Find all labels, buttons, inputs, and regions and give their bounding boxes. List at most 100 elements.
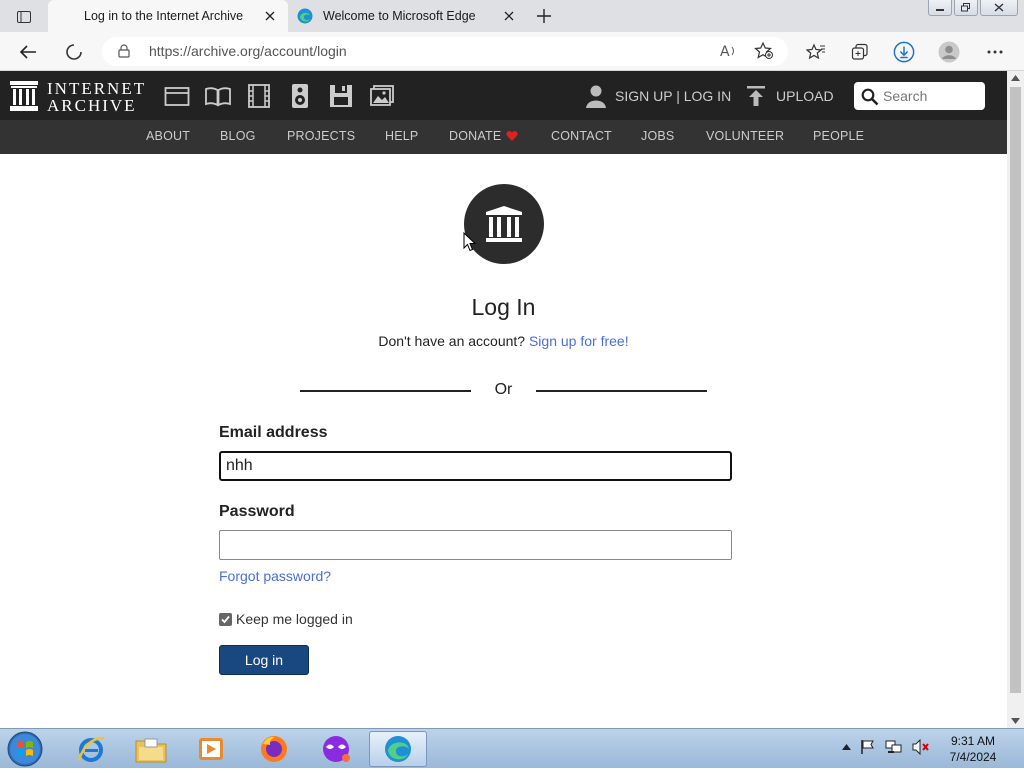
images-icon[interactable] xyxy=(369,83,395,109)
nav-about[interactable]: ABOUT xyxy=(146,129,190,143)
new-tab-icon[interactable] xyxy=(534,6,554,26)
windows-start-icon xyxy=(7,731,43,767)
nav-projects[interactable]: PROJECTS xyxy=(287,129,355,143)
tab-strip: Log in to the Internet Archive Welcome t… xyxy=(0,0,1024,32)
add-favorite-icon[interactable] xyxy=(754,41,774,65)
url-field[interactable]: https://archive.org/account/login A xyxy=(102,37,788,66)
keep-logged-in-checkbox[interactable] xyxy=(219,612,232,626)
firefox-icon[interactable] xyxy=(245,731,303,767)
tab-actions-icon[interactable] xyxy=(8,6,40,28)
volume-muted-icon[interactable] xyxy=(912,739,930,755)
nav-donate-label: DONATE xyxy=(449,129,502,143)
signup-link[interactable]: Sign up for free! xyxy=(529,333,629,349)
edge-icon xyxy=(297,8,313,24)
edge-taskbar-icon[interactable] xyxy=(369,731,427,767)
profile-avatar-icon[interactable] xyxy=(938,41,960,63)
page-scrollbar[interactable] xyxy=(1007,71,1024,728)
search-icon[interactable] xyxy=(861,88,879,111)
video-icon[interactable] xyxy=(246,83,272,109)
or-divider: Or xyxy=(300,380,707,400)
tab-archive-login[interactable]: Log in to the Internet Archive xyxy=(48,0,288,32)
clock-date: 7/4/2024 xyxy=(949,750,997,764)
nav-donate[interactable]: DONATE xyxy=(449,129,518,143)
login-button[interactable]: Log in xyxy=(219,645,309,675)
user-icon xyxy=(586,85,606,108)
internet-explorer-icon[interactable] xyxy=(62,731,120,767)
restore-icon[interactable] xyxy=(954,0,978,16)
audio-icon[interactable] xyxy=(287,83,313,109)
tab-title: Welcome to Microsoft Edge xyxy=(323,9,476,23)
mouse-cursor-icon xyxy=(463,232,477,252)
system-tray xyxy=(842,739,930,755)
clock-time: 9:31 AM xyxy=(950,734,996,748)
search-placeholder: Search xyxy=(883,88,928,104)
more-options-icon[interactable] xyxy=(984,41,1006,63)
software-icon[interactable] xyxy=(328,83,354,109)
file-explorer-icon[interactable] xyxy=(122,731,180,767)
close-window-icon[interactable] xyxy=(980,0,1018,16)
ia-logo[interactable]: INTERNET ARCHIVE xyxy=(10,80,150,114)
keep-logged-in-row: Keep me logged in xyxy=(219,611,732,627)
tab-welcome-edge[interactable]: Welcome to Microsoft Edge xyxy=(289,0,527,32)
ia-logo-text: INTERNET ARCHIVE xyxy=(47,80,146,114)
taskbar: 9:31 AM 7/4/2024 xyxy=(0,728,1024,768)
media-player-icon[interactable] xyxy=(182,731,240,767)
signup-login-link[interactable]: SIGN UP | LOG IN xyxy=(585,83,731,109)
ia-top-bar: INTERNET ARCHIVE SIGN UP | LOG IN UPLOAD… xyxy=(0,71,1007,120)
lock-icon[interactable] xyxy=(118,44,130,63)
ia-secondary-nav: ABOUT BLOG PROJECTS HELP DONATE CONTACT … xyxy=(0,120,1007,154)
action-center-flag-icon[interactable] xyxy=(860,739,876,755)
password-label: Password xyxy=(219,503,295,520)
archive-logo-icon xyxy=(464,184,544,264)
collections-icon[interactable] xyxy=(849,41,871,63)
nav-contact[interactable]: CONTACT xyxy=(551,129,612,143)
logo-line-2: ARCHIVE xyxy=(47,96,137,115)
nav-people[interactable]: PEOPLE xyxy=(813,129,864,143)
nav-volunteer[interactable]: VOLUNTEER xyxy=(706,129,784,143)
upload-icon xyxy=(747,86,765,106)
login-page: Log In Don't have an account? Sign up fo… xyxy=(0,154,1007,728)
ia-search-input[interactable]: Search xyxy=(854,82,985,110)
private-browser-icon[interactable] xyxy=(307,731,365,767)
loading-spinner-icon[interactable] xyxy=(62,40,86,64)
downloads-icon[interactable] xyxy=(893,41,915,63)
or-text: Or xyxy=(494,381,513,398)
scroll-thumb[interactable] xyxy=(1010,87,1021,693)
minimize-icon[interactable] xyxy=(928,0,952,16)
web-icon[interactable] xyxy=(164,83,190,109)
nav-help[interactable]: HELP xyxy=(385,129,418,143)
password-field[interactable] xyxy=(219,530,732,560)
heart-icon xyxy=(506,131,518,141)
scroll-up-icon[interactable] xyxy=(1011,75,1020,81)
close-tab-icon[interactable] xyxy=(262,8,278,24)
upload-link[interactable]: UPLOAD xyxy=(746,83,834,109)
close-tab-icon[interactable] xyxy=(501,8,517,24)
forgot-password-link[interactable]: Forgot password? xyxy=(219,568,331,584)
email-field[interactable] xyxy=(219,451,732,481)
no-account-text: Don't have an account? xyxy=(378,333,526,349)
start-button[interactable] xyxy=(5,730,45,768)
nav-jobs[interactable]: JOBS xyxy=(641,129,674,143)
scroll-down-icon[interactable] xyxy=(1011,718,1020,724)
texts-icon[interactable] xyxy=(205,83,231,109)
email-label: Email address xyxy=(219,424,328,441)
logo-line-1: INTERNET xyxy=(47,79,147,98)
address-bar-row: https://archive.org/account/login A xyxy=(0,32,1024,71)
read-aloud-icon[interactable]: A xyxy=(720,43,738,64)
show-hidden-icons-icon[interactable] xyxy=(842,744,851,750)
archive-building-icon xyxy=(10,81,38,111)
signup-prompt: Don't have an account? Sign up for free! xyxy=(0,333,1007,349)
signup-login-label: SIGN UP | LOG IN xyxy=(615,88,732,104)
nav-blog[interactable]: BLOG xyxy=(220,129,256,143)
network-icon[interactable] xyxy=(885,739,903,755)
upload-label: UPLOAD xyxy=(776,88,834,104)
url-text: https://archive.org/account/login xyxy=(149,43,347,59)
back-arrow-icon[interactable] xyxy=(16,40,40,64)
keep-logged-in-label: Keep me logged in xyxy=(236,611,353,627)
clock[interactable]: 9:31 AM 7/4/2024 xyxy=(935,733,1011,765)
page-title: Log In xyxy=(471,294,536,320)
login-form: Email address Password Forgot password? … xyxy=(219,424,732,675)
favorites-icon[interactable] xyxy=(805,41,827,63)
svg-text:A: A xyxy=(720,44,730,59)
check-icon xyxy=(221,615,230,623)
